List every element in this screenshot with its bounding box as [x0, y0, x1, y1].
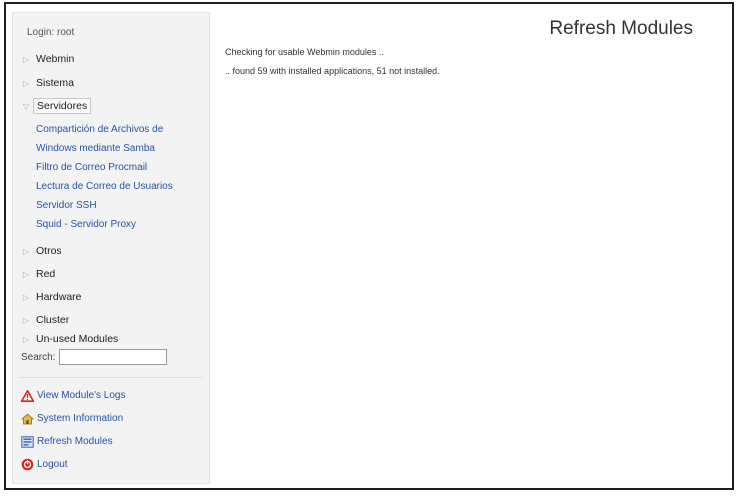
category-label: Hardware: [36, 291, 82, 303]
warning-triangle-icon: [21, 389, 34, 402]
system-information-link[interactable]: System Information: [21, 412, 123, 425]
category-label: Red: [36, 268, 56, 280]
category-label: Otros: [36, 245, 62, 257]
chevron-right-icon: ▷: [22, 315, 30, 325]
category-label: Webmin: [36, 53, 75, 65]
category-label: Un-used Modules: [36, 333, 119, 345]
chevron-right-icon: ▷: [22, 54, 30, 64]
logout-link[interactable]: Logout: [21, 458, 68, 471]
login-label: Login: root: [27, 27, 75, 38]
category-webmin[interactable]: ▷ Webmin: [19, 51, 77, 67]
module-link-squid[interactable]: Squid - Servidor Proxy: [36, 219, 136, 230]
chevron-right-icon: ▷: [22, 334, 30, 344]
status-message-checking: Checking for usable Webmin modules ..: [225, 47, 384, 57]
category-label: Cluster: [36, 314, 70, 326]
refresh-modules-icon: [21, 435, 34, 448]
module-link-samba-line2[interactable]: Windows mediante Samba: [36, 143, 155, 154]
action-label: System Information: [37, 413, 124, 424]
chevron-down-icon: ▽: [22, 101, 30, 111]
chevron-right-icon: ▷: [22, 292, 30, 302]
status-message-result: .. found 59 with installed applications,…: [225, 66, 440, 76]
module-link-samba-line1[interactable]: Compartición de Archivos de: [36, 124, 163, 135]
refresh-modules-link[interactable]: Refresh Modules: [21, 435, 113, 448]
category-red[interactable]: ▷ Red: [19, 266, 58, 282]
module-link-ssh-server[interactable]: Servidor SSH: [36, 200, 97, 211]
chevron-right-icon: ▷: [22, 269, 30, 279]
category-sistema[interactable]: ▷ Sistema: [19, 75, 77, 91]
category-cluster[interactable]: ▷ Cluster: [19, 312, 72, 328]
module-link-procmail[interactable]: Filtro de Correo Procmail: [36, 162, 147, 173]
sidebar: Login: root ▷ Webmin ▷ Sistema ▽ Servido…: [12, 12, 210, 484]
category-label: Sistema: [36, 77, 74, 89]
view-module-logs-link[interactable]: View Module's Logs: [21, 389, 125, 402]
chevron-right-icon: ▷: [22, 78, 30, 88]
action-label: Logout: [37, 459, 68, 470]
search-input[interactable]: [59, 349, 168, 365]
action-label: Refresh Modules: [37, 436, 113, 447]
page-title: Refresh Modules: [549, 18, 693, 39]
search-row: Search:: [21, 349, 168, 365]
category-otros[interactable]: ▷ Otros: [19, 243, 65, 259]
chevron-right-icon: ▷: [22, 246, 30, 256]
house-icon: [21, 412, 34, 425]
category-unused-modules[interactable]: ▷ Un-used Modules: [19, 331, 121, 347]
search-label: Search:: [21, 351, 56, 363]
logout-icon: [21, 458, 34, 471]
sidebar-divider: [19, 377, 203, 378]
module-link-user-mail[interactable]: Lectura de Correo de Usuarios: [36, 181, 173, 192]
action-label: View Module's Logs: [37, 390, 126, 401]
category-label: Servidores: [33, 98, 92, 114]
category-servidores[interactable]: ▽ Servidores: [19, 98, 92, 114]
category-hardware[interactable]: ▷ Hardware: [19, 289, 85, 305]
